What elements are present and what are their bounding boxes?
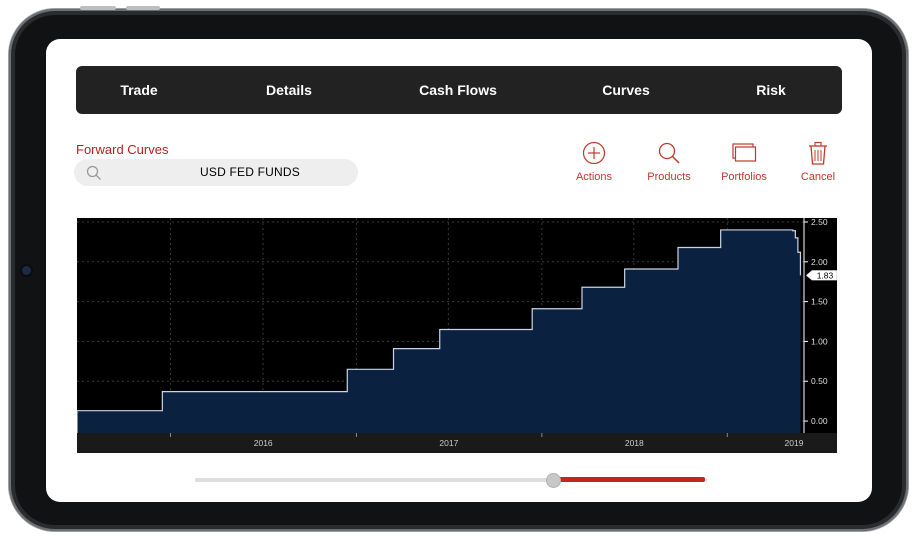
plus-circle-icon <box>582 141 606 165</box>
tab-trade[interactable]: Trade <box>120 66 157 114</box>
screen: Trade Details Cash Flows Curves Risk For… <box>46 39 872 502</box>
x-tick-label: 2018 <box>625 438 644 448</box>
chart-area <box>77 229 801 433</box>
y-tick-label: 0.00 <box>811 416 828 426</box>
search-icon <box>658 142 680 164</box>
actions-button[interactable]: Actions <box>572 141 616 183</box>
x-tick-label: 2019 <box>785 438 804 448</box>
trash-icon <box>809 141 827 165</box>
products-label: Products <box>647 171 691 183</box>
products-button[interactable]: Products <box>642 141 696 183</box>
tab-details[interactable]: Details <box>266 66 312 114</box>
cancel-button[interactable]: Cancel <box>798 141 838 183</box>
tab-curves[interactable]: Curves <box>602 66 649 114</box>
y-tick-label: 1.00 <box>811 336 828 346</box>
actions-label: Actions <box>575 171 613 183</box>
top-button <box>80 6 116 10</box>
forward-curve-chart[interactable]: 2.50 2.00 1.50 1.00 0.50 0.00 2016 2017 2018 2019… <box>77 218 837 453</box>
camera <box>22 266 31 275</box>
x-tick-label: 2016 <box>254 438 273 448</box>
windows-icon <box>732 143 757 162</box>
y-tick-label: 2.50 <box>811 218 828 227</box>
y-tick-label: 2.00 <box>811 257 828 267</box>
x-tick-label: 2017 <box>439 438 458 448</box>
slider-fill <box>553 477 705 482</box>
chart-svg: 2.50 2.00 1.50 1.00 0.50 0.00 2016 2017 2018 2019… <box>77 218 837 453</box>
y-tick-label: 1.50 <box>811 297 828 307</box>
portfolios-button[interactable]: Portfolios <box>717 141 771 183</box>
date-range-slider[interactable] <box>195 473 707 488</box>
slider-thumb[interactable] <box>546 473 561 488</box>
curve-search-field[interactable]: USD FED FUNDS <box>74 159 358 186</box>
tab-cash-flows[interactable]: Cash Flows <box>419 66 497 114</box>
top-navigation: Trade Details Cash Flows Curves Risk <box>76 66 842 114</box>
volume-button <box>126 6 160 10</box>
cancel-label: Cancel <box>800 171 836 183</box>
last-value-label: 1.83 <box>817 270 834 280</box>
search-input-value[interactable]: USD FED FUNDS <box>200 165 300 179</box>
section-title: Forward Curves <box>76 142 169 157</box>
y-tick-label: 0.50 <box>811 376 828 386</box>
tab-risk[interactable]: Risk <box>756 66 786 114</box>
portfolios-label: Portfolios <box>721 171 767 183</box>
search-icon <box>86 165 102 186</box>
